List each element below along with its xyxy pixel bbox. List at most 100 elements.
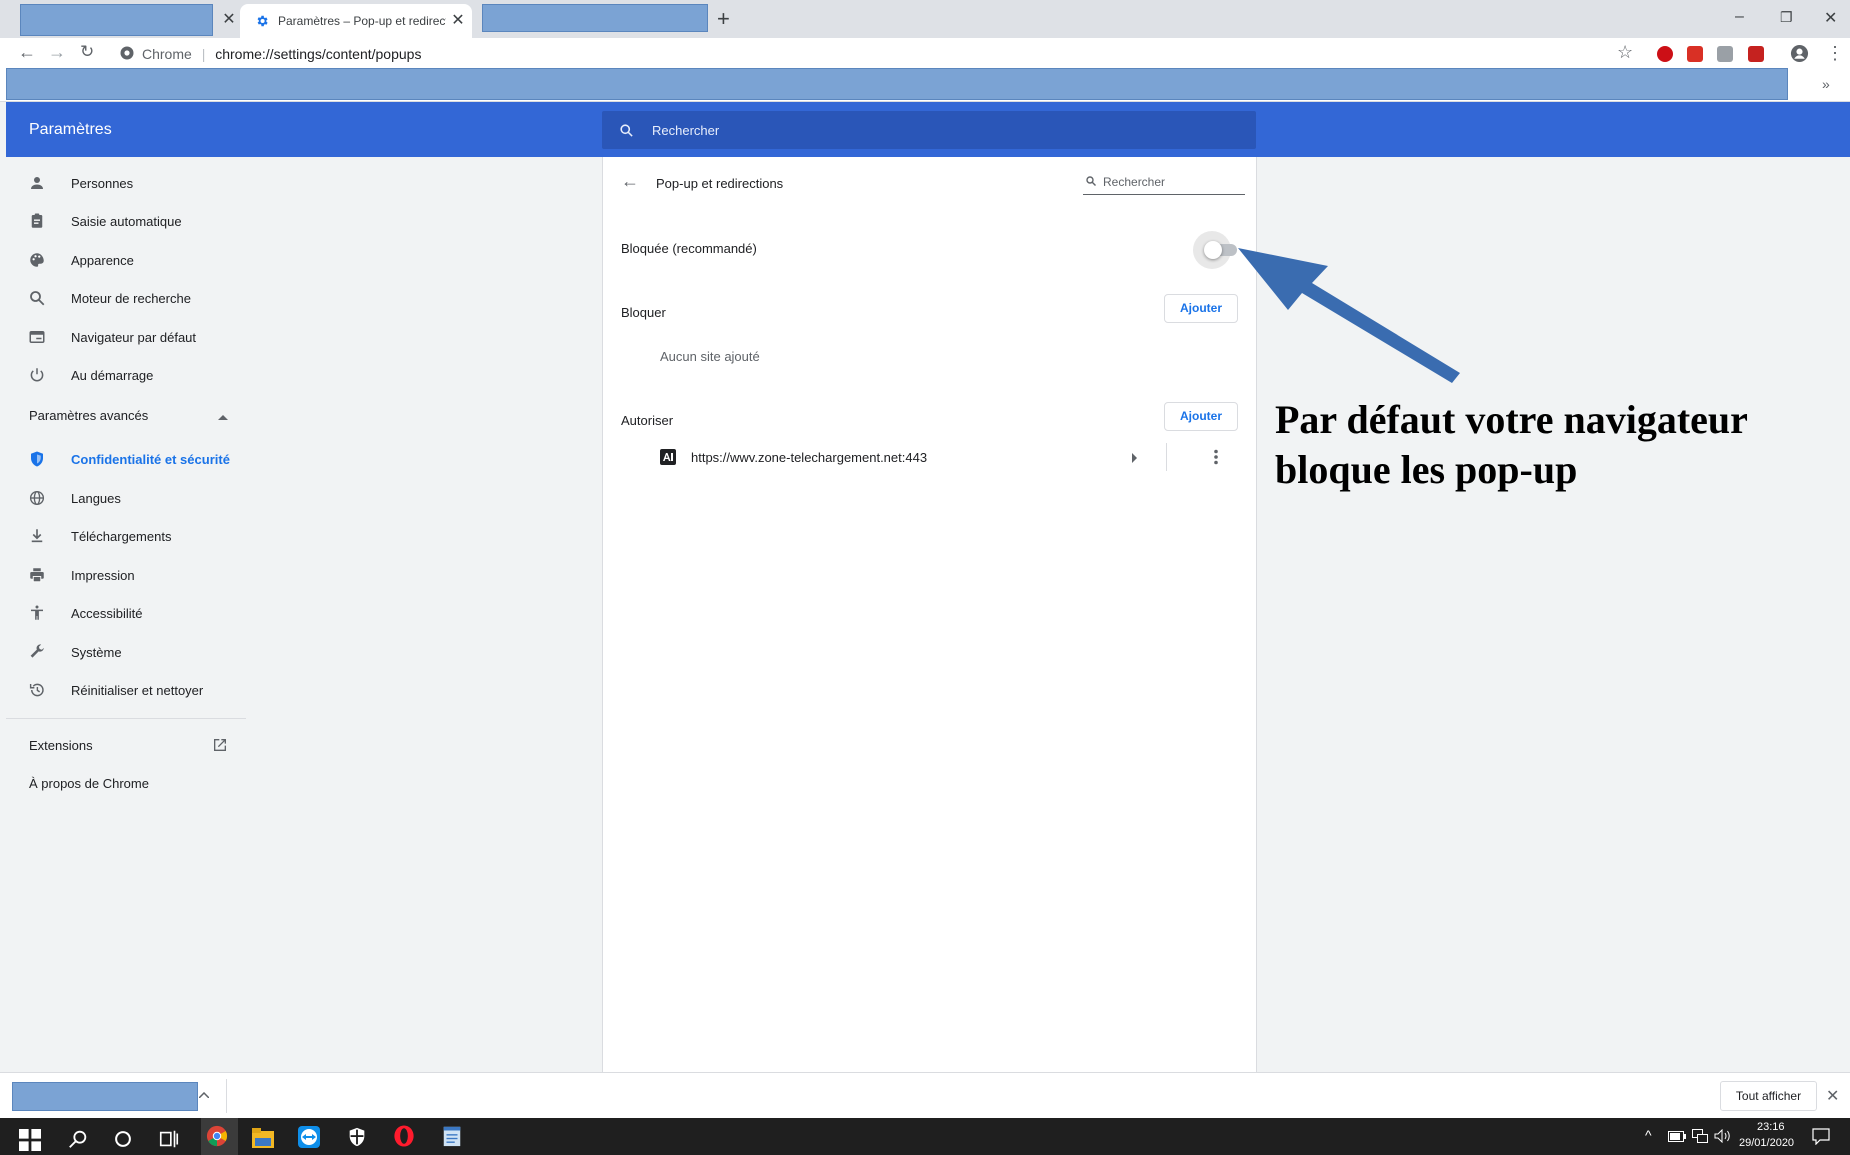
file-explorer-icon[interactable]	[252, 1127, 274, 1149]
show-all-downloads-button[interactable]: Tout afficher	[1720, 1081, 1817, 1111]
clock-date[interactable]: 29/01/2020	[1739, 1137, 1794, 1149]
site-favicon-icon	[660, 449, 676, 465]
tab-settings-popups[interactable]: Paramètres – Pop-up et redirections ✕	[240, 4, 472, 38]
search-icon	[30, 291, 45, 306]
network-icon[interactable]	[1692, 1129, 1708, 1143]
sidebar-item-printing[interactable]: Impression	[6, 556, 246, 594]
sidebar-item-label: Impression	[71, 568, 135, 583]
annotation-arrow-shape	[1238, 248, 1460, 383]
sidebar-item-downloads[interactable]: Téléchargements	[6, 517, 246, 555]
sidebar-item-label: Saisie automatique	[71, 214, 182, 229]
block-add-button[interactable]: Ajouter	[1164, 294, 1238, 323]
tray-chevron-icon[interactable]: ^	[1645, 1127, 1652, 1143]
task-view-icon[interactable]	[158, 1128, 180, 1150]
pdf-extension-icon[interactable]	[1717, 46, 1733, 62]
gear-icon	[257, 15, 268, 27]
person-icon	[31, 177, 43, 189]
sidebar-item-about[interactable]: À propos de Chrome	[6, 768, 246, 798]
opera-extension-icon[interactable]	[1657, 46, 1673, 62]
sidebar-item-label: Réinitialiser et nettoyer	[71, 683, 204, 698]
sidebar-item-label: Moteur de recherche	[71, 291, 191, 306]
clipboard-icon	[31, 213, 43, 228]
profile-icon[interactable]	[1790, 44, 1809, 63]
battery-icon[interactable]	[1668, 1131, 1686, 1142]
settings-card: ← Pop-up et redirections Rechercher Bloq…	[602, 157, 1257, 1072]
clock-time[interactable]: 23:16	[1757, 1121, 1785, 1133]
search-icon	[620, 124, 633, 137]
more-vert-icon[interactable]	[1214, 449, 1218, 465]
notifications-icon[interactable]	[1812, 1128, 1830, 1145]
palette-icon	[30, 253, 44, 267]
sidebar-item-people[interactable]: Personnes	[6, 164, 246, 202]
new-tab-icon[interactable]: +	[717, 6, 730, 32]
search-icon[interactable]	[67, 1128, 89, 1150]
settings-search-input[interactable]: Rechercher	[602, 111, 1256, 149]
advanced-settings-toggle[interactable]: Paramètres avancés	[6, 401, 246, 431]
download-divider	[226, 1079, 227, 1113]
annotation-text: Par défaut votre navigateur bloque les p…	[1275, 397, 1748, 492]
omnibox-label: Chrome	[142, 46, 192, 62]
chrome-icon	[120, 46, 134, 60]
omnibox[interactable]: Chrome | chrome://settings/content/popup…	[142, 46, 421, 62]
sidebar-item-extensions[interactable]: Extensions	[6, 730, 246, 760]
extension-icon[interactable]	[1687, 46, 1703, 62]
close-tab-icon[interactable]: ✕	[221, 12, 237, 28]
sidebar-item-label: Accessibilité	[71, 606, 143, 621]
sidebar-item-autofill[interactable]: Saisie automatique	[6, 202, 246, 240]
chevron-right-icon[interactable]	[1132, 453, 1138, 463]
chrome-taskbar-icon[interactable]	[206, 1125, 228, 1147]
subpage-search-input[interactable]: Rechercher	[1083, 169, 1245, 195]
sidebar-item-label: Téléchargements	[71, 529, 172, 544]
search-icon	[1086, 176, 1096, 186]
close-tab-icon[interactable]: ✕	[450, 13, 466, 29]
toggle-knob	[1204, 241, 1222, 259]
star-icon[interactable]: ☆	[1617, 42, 1633, 63]
allow-add-button[interactable]: Ajouter	[1164, 402, 1238, 431]
windows-start-icon[interactable]	[19, 1129, 41, 1151]
allow-section-title: Autoriser	[621, 413, 674, 428]
chevron-up-icon[interactable]	[199, 1092, 209, 1098]
close-icon[interactable]: ✕	[1826, 1086, 1839, 1106]
sidebar-item-privacy[interactable]: Confidentialité et sécurité	[6, 440, 246, 478]
menu-icon[interactable]: ⋮	[1826, 43, 1844, 64]
volume-icon[interactable]	[1714, 1129, 1732, 1143]
tab-title: Paramètres – Pop-up et redirections	[278, 14, 446, 28]
sidebar-item-appearance[interactable]: Apparence	[6, 241, 246, 279]
teamviewer-icon[interactable]	[298, 1126, 320, 1148]
redacted-tab[interactable]	[20, 4, 213, 36]
sidebar-item-default-browser[interactable]: Navigateur par défaut	[6, 318, 246, 356]
shield-icon	[31, 451, 43, 467]
sidebar-item-label: Personnes	[71, 176, 134, 191]
sidebar-item-startup[interactable]: Au démarrage	[6, 356, 246, 394]
redacted-bookmarks[interactable]	[6, 68, 1788, 100]
downloads-bar: Tout afficher ✕	[0, 1072, 1850, 1118]
bookmarks-bar: »	[0, 68, 1850, 102]
forward-icon[interactable]: →	[48, 42, 66, 63]
back-icon[interactable]: ←	[18, 42, 36, 63]
cortana-icon[interactable]	[112, 1128, 134, 1150]
defender-shield-icon[interactable]	[346, 1126, 368, 1148]
back-arrow-icon[interactable]: ←	[621, 171, 639, 192]
close-icon[interactable]: ✕	[1824, 8, 1837, 28]
minimize-icon[interactable]: –	[1735, 8, 1744, 26]
sidebar-item-reset[interactable]: Réinitialiser et nettoyer	[6, 671, 246, 709]
block-section-title: Bloquer	[621, 305, 666, 320]
reload-icon[interactable]: ↻	[80, 42, 94, 62]
extension-badge-icon[interactable]	[1748, 46, 1764, 62]
redacted-tab[interactable]	[482, 4, 708, 32]
more-bookmarks-icon[interactable]: »	[1822, 76, 1830, 92]
restore-icon[interactable]: ❐	[1780, 9, 1793, 26]
opera-taskbar-icon[interactable]	[393, 1125, 415, 1147]
sidebar-item-languages[interactable]: Langues	[6, 479, 246, 517]
allowed-site-row[interactable]: https://wwv.zone-telechargement.net:443	[603, 437, 1256, 477]
sidebar-item-search-engine[interactable]: Moteur de recherche	[6, 279, 246, 317]
tab-strip: ✕ Paramètres – Pop-up et redirections ✕ …	[0, 0, 1850, 38]
sidebar-item-system[interactable]: Système	[6, 633, 246, 671]
advanced-settings-label: Paramètres avancés	[29, 408, 149, 423]
sidebar-item-label: Système	[71, 645, 122, 660]
sidebar-item-label: Navigateur par défaut	[71, 330, 197, 345]
sidebar-item-label: Langues	[71, 491, 121, 506]
sidebar-item-accessibility[interactable]: Accessibilité	[6, 594, 246, 632]
redacted-download-item[interactable]	[12, 1082, 198, 1111]
notepad-icon[interactable]	[441, 1125, 463, 1147]
